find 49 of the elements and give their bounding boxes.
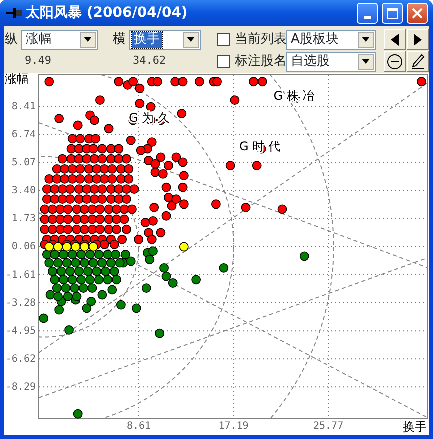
pushpin-icon [6,7,22,19]
axis-max-value: 34.62 [132,53,168,70]
circle-minus-icon [387,54,403,70]
maximize-icon [387,8,398,18]
y-tick-label: 0.06 [12,242,36,253]
caret-icon [80,32,96,48]
pencil-button[interactable] [407,51,429,72]
checkbox-label: 当前列表 [234,30,286,49]
remove-button[interactable] [384,51,406,72]
axis-label: 纵 [5,30,19,49]
y-tick-label: -6.62 [6,354,36,365]
y-tick-label: 8.41 [12,102,36,113]
y-tick-label: 5.07 [12,158,36,169]
checkbox-label: 标注股名 [234,52,286,71]
close-icon [412,8,423,18]
y-tick-label: 3.40 [12,186,36,197]
caret-icon [358,32,374,48]
next-button[interactable] [407,29,429,50]
pencil-icon [411,54,425,70]
y-axis-label: 涨幅 [5,73,29,86]
stock-name-label: G 株 冶 [274,88,315,103]
axis-label: 横 [113,30,127,49]
x-tick-label: 17.19 [218,421,249,432]
close-button[interactable] [407,2,428,24]
minimize-button[interactable] [357,2,378,24]
y-tick-label: -3.28 [6,298,36,309]
list-dropdown[interactable]: A股板块 [286,30,376,50]
left-triangle-icon [391,34,399,46]
x-axis-label: 换手 [403,420,427,434]
y-tick-label: -8.29 [6,382,36,393]
y-tick-label: 1.73 [12,214,36,225]
caret-icon [183,32,199,48]
x-tick-label: 25.77 [314,421,344,432]
y-tick-label: 6.74 [12,130,36,141]
minimize-icon [364,16,371,18]
right-triangle-icon [414,34,422,46]
horizontal-axis-dropdown[interactable]: 换手 [129,30,201,50]
caret-icon [358,54,374,70]
window-title: 太阳风暴 (2006/04/04) [26,4,189,22]
list-dropdown[interactable]: 自选股 [286,52,376,72]
y-tick-label: -1.61 [6,270,36,281]
previous-button[interactable] [384,29,406,50]
y-tick-label: -4.95 [6,326,36,337]
axis-max-value: 9.49 [24,53,52,70]
vertical-axis-dropdown[interactable]: 涨幅 [21,30,98,50]
x-tick-label: 8.61 [126,421,152,432]
checkbox[interactable] [217,55,230,68]
checkbox[interactable] [217,33,230,46]
maximize-button[interactable] [382,2,403,24]
